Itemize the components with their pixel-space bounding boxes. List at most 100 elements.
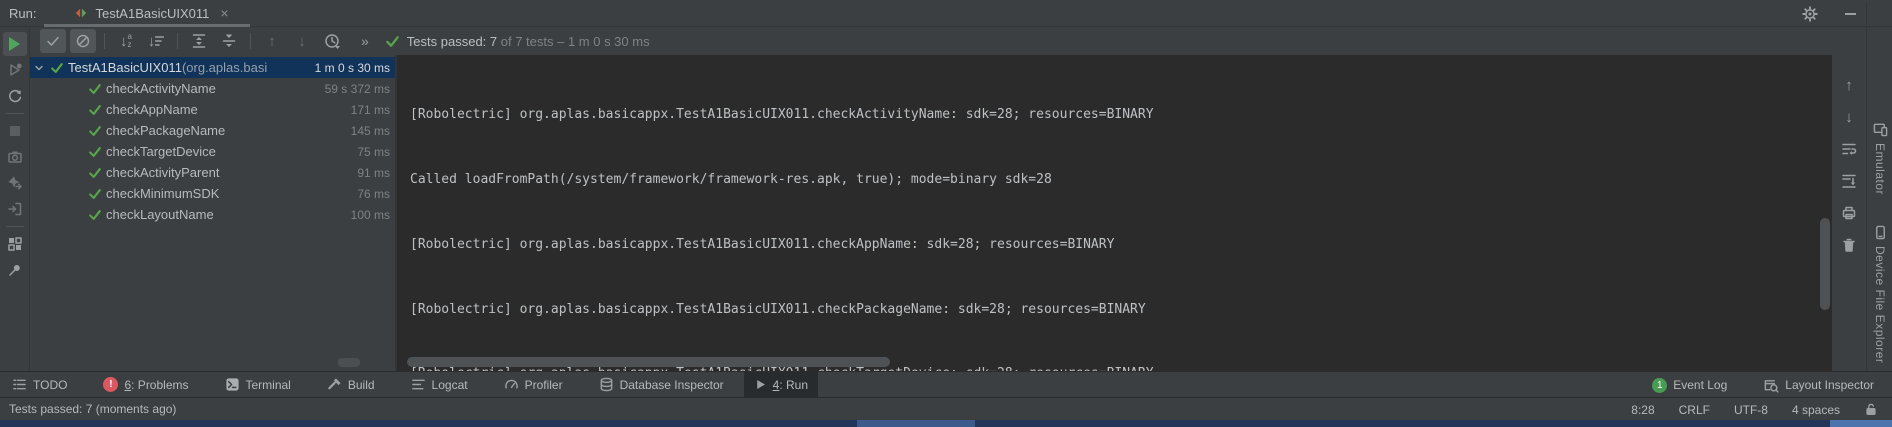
console-vertical-scrollbar[interactable] — [1820, 218, 1830, 310]
close-tab-icon[interactable]: × — [220, 5, 228, 21]
right-tool-window-strip: Emulator Device File Explorer — [1866, 27, 1892, 371]
unlocked-icon[interactable] — [1864, 402, 1878, 417]
run-tab-testa1basicuix011[interactable]: TestA1BasicUIX011 × — [66, 0, 236, 26]
up-arrow-icon: ↑ — [268, 33, 276, 50]
tool-button-label: Event Log — [1673, 378, 1727, 392]
run-play-icon — [754, 378, 767, 391]
test-passed-icon — [88, 187, 102, 201]
test-passed-icon — [88, 208, 102, 222]
expand-all-button[interactable] — [186, 29, 212, 53]
tool-button-database-inspector[interactable]: Database Inspector — [589, 372, 734, 398]
console-line: [Robolectric] org.aplas.basicappx.TestA1… — [410, 234, 1832, 256]
suite-package: (org.aplas.basi — [182, 60, 267, 75]
tool-button-label: TODO — [33, 378, 67, 392]
rerun-failed-tests-button[interactable] — [3, 58, 27, 82]
tool-button-profiler[interactable]: Profiler — [494, 372, 573, 398]
test-name: checkLayoutName — [106, 207, 214, 222]
tests-passed-icon — [385, 34, 400, 49]
test-name: checkPackageName — [106, 123, 225, 138]
test-tree-item[interactable]: checkActivityParent 91 ms — [30, 162, 395, 183]
show-passed-toggle[interactable] — [40, 29, 66, 53]
event-log-badge: 1 — [1652, 378, 1667, 393]
restore-layout-button[interactable] — [3, 232, 27, 256]
tool-button-problems[interactable]: ! 6: Problems — [93, 372, 198, 398]
tree-horizontal-scrollbar[interactable] — [338, 358, 360, 367]
soft-wrap-toggle[interactable] — [1837, 137, 1861, 161]
rerun-tests-button[interactable] — [3, 32, 27, 56]
clear-all-button[interactable] — [1837, 233, 1861, 257]
tool-button-build[interactable]: Build — [317, 372, 385, 398]
up-arrow-icon: ↑ — [1845, 77, 1853, 94]
layout-inspector-icon — [1763, 378, 1779, 393]
settings-gear-icon[interactable] — [1798, 2, 1822, 26]
test-name: checkActivityName — [106, 81, 216, 96]
test-duration: 171 ms — [351, 103, 395, 117]
test-tree-item[interactable]: checkActivityName 59 s 372 ms — [30, 78, 395, 99]
scroll-to-end-button[interactable] — [1837, 169, 1861, 193]
up-stack-trace-button[interactable]: ↑ — [1837, 73, 1861, 97]
console-horizontal-scrollbar[interactable] — [407, 357, 890, 367]
tool-button-logcat[interactable]: Logcat — [401, 372, 478, 398]
tool-button-label: Logcat — [432, 378, 468, 392]
next-failed-test-button[interactable]: ↓ — [289, 29, 315, 53]
run-left-toolbar — [0, 27, 30, 371]
chevron-down-icon[interactable] — [34, 63, 48, 73]
test-history-button[interactable] — [319, 29, 345, 53]
test-tree-item[interactable]: checkMinimumSDK 76 ms — [30, 183, 395, 204]
profiler-gauge-icon — [504, 377, 519, 392]
console-line: [Robolectric] org.aplas.basicappx.TestA1… — [410, 299, 1832, 321]
tool-button-terminal[interactable]: Terminal — [215, 372, 301, 398]
test-tree-item[interactable]: checkPackageName 145 ms — [30, 120, 395, 141]
taskbar-segment — [857, 420, 975, 427]
hide-tool-window-icon[interactable] — [1838, 2, 1862, 26]
stop-button[interactable] — [3, 119, 27, 143]
test-tree-item[interactable]: checkAppName 171 ms — [30, 99, 395, 120]
tool-button-label: Emulator — [1873, 143, 1887, 195]
tool-button-run-active[interactable]: 4: Run — [744, 372, 818, 398]
import-tests-button[interactable] — [3, 197, 27, 221]
attach-debugger-button[interactable] — [3, 171, 27, 195]
print-button[interactable] — [1837, 201, 1861, 225]
down-stack-trace-button[interactable]: ↓ — [1837, 105, 1861, 129]
previous-failed-test-button[interactable]: ↑ — [259, 29, 285, 53]
tool-button-device-file-explorer[interactable]: Device File Explorer — [1867, 225, 1892, 363]
test-tree-item[interactable]: checkLayoutName 100 ms — [30, 204, 395, 225]
run-tab-title: TestA1BasicUIX011 — [95, 6, 209, 21]
show-ignored-toggle[interactable] — [70, 29, 96, 53]
sort-alphabetically-button[interactable]: ↓ az — [113, 29, 139, 53]
test-duration: 145 ms — [351, 124, 395, 138]
tool-button-event-log[interactable]: 1 Event Log — [1642, 372, 1737, 398]
console-output[interactable]: [Robolectric] org.aplas.basicappx.TestA1… — [397, 55, 1832, 371]
database-icon — [599, 377, 614, 392]
console-line: Called loadFromPath(/system/framework/fr… — [410, 169, 1832, 191]
indent-widget[interactable]: 4 spaces — [1792, 403, 1840, 417]
run-tool-window-header: Run: TestA1BasicUIX011 × — [0, 0, 1892, 27]
caret-position-widget[interactable]: 8:28 — [1631, 403, 1654, 417]
test-runner-toolbar: ↓ az ↓ ↑ ↓ — [30, 27, 1892, 55]
toolbar-separator — [6, 226, 24, 227]
status-message: Tests passed: 7 (moments ago) — [9, 402, 176, 416]
encoding-widget[interactable]: UTF-8 — [1734, 403, 1768, 417]
tool-button-label: 6: Problems — [124, 378, 188, 392]
tool-button-todo[interactable]: TODO — [2, 372, 77, 398]
test-name: checkAppName — [106, 102, 198, 117]
tool-button-layout-inspector[interactable]: Layout Inspector — [1753, 372, 1884, 398]
hammer-icon — [327, 377, 342, 392]
tool-button-label: Build — [348, 378, 375, 392]
pin-tab-button[interactable] — [3, 258, 27, 282]
thread-dump-camera-icon[interactable] — [3, 145, 27, 169]
toolbar-overflow-icon[interactable]: » — [361, 33, 369, 49]
test-tree-item[interactable]: checkTargetDevice 75 ms — [30, 141, 395, 162]
collapse-all-button[interactable] — [216, 29, 242, 53]
logcat-icon — [411, 377, 426, 392]
test-summary: Tests passed: 7 of 7 tests – 1 m 0 s 30 … — [385, 34, 650, 49]
terminal-icon — [225, 377, 240, 392]
rerun-automatically-toggle[interactable] — [3, 84, 27, 108]
test-suite-row[interactable]: TestA1BasicUIX011 (org.aplas.basi 1 m 0 … — [30, 57, 395, 78]
test-passed-icon — [88, 145, 102, 159]
line-ending-widget[interactable]: CRLF — [1679, 403, 1710, 417]
play-icon — [9, 37, 20, 51]
tool-button-emulator[interactable]: Emulator — [1867, 122, 1892, 195]
console-text: [Robolectric] org.aplas.basicappx.TestA1… — [397, 55, 1832, 371]
sort-by-duration-button[interactable]: ↓ — [143, 29, 169, 53]
